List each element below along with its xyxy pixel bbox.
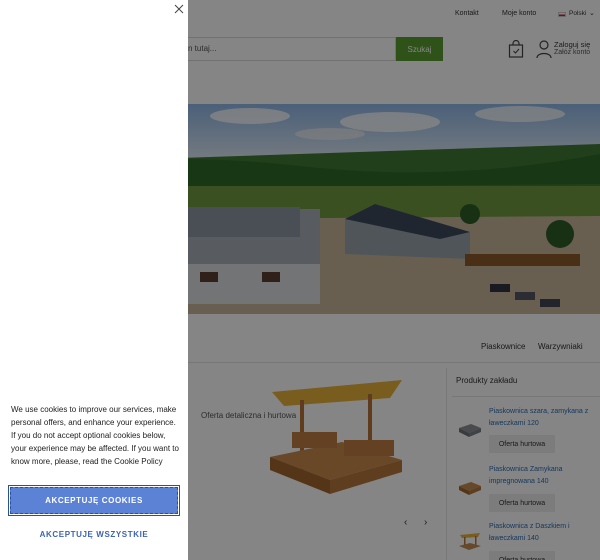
accept-all-button[interactable]: AKCEPTUJĘ WSZYSTKIE bbox=[10, 524, 178, 544]
close-icon[interactable] bbox=[174, 4, 184, 14]
accept-cookies-button[interactable]: AKCEPTUJĘ COOKIES bbox=[8, 485, 180, 516]
cookie-message: We use cookies to improve our services, … bbox=[11, 405, 179, 466]
cookie-drawer: We use cookies to improve our services, … bbox=[0, 0, 188, 560]
